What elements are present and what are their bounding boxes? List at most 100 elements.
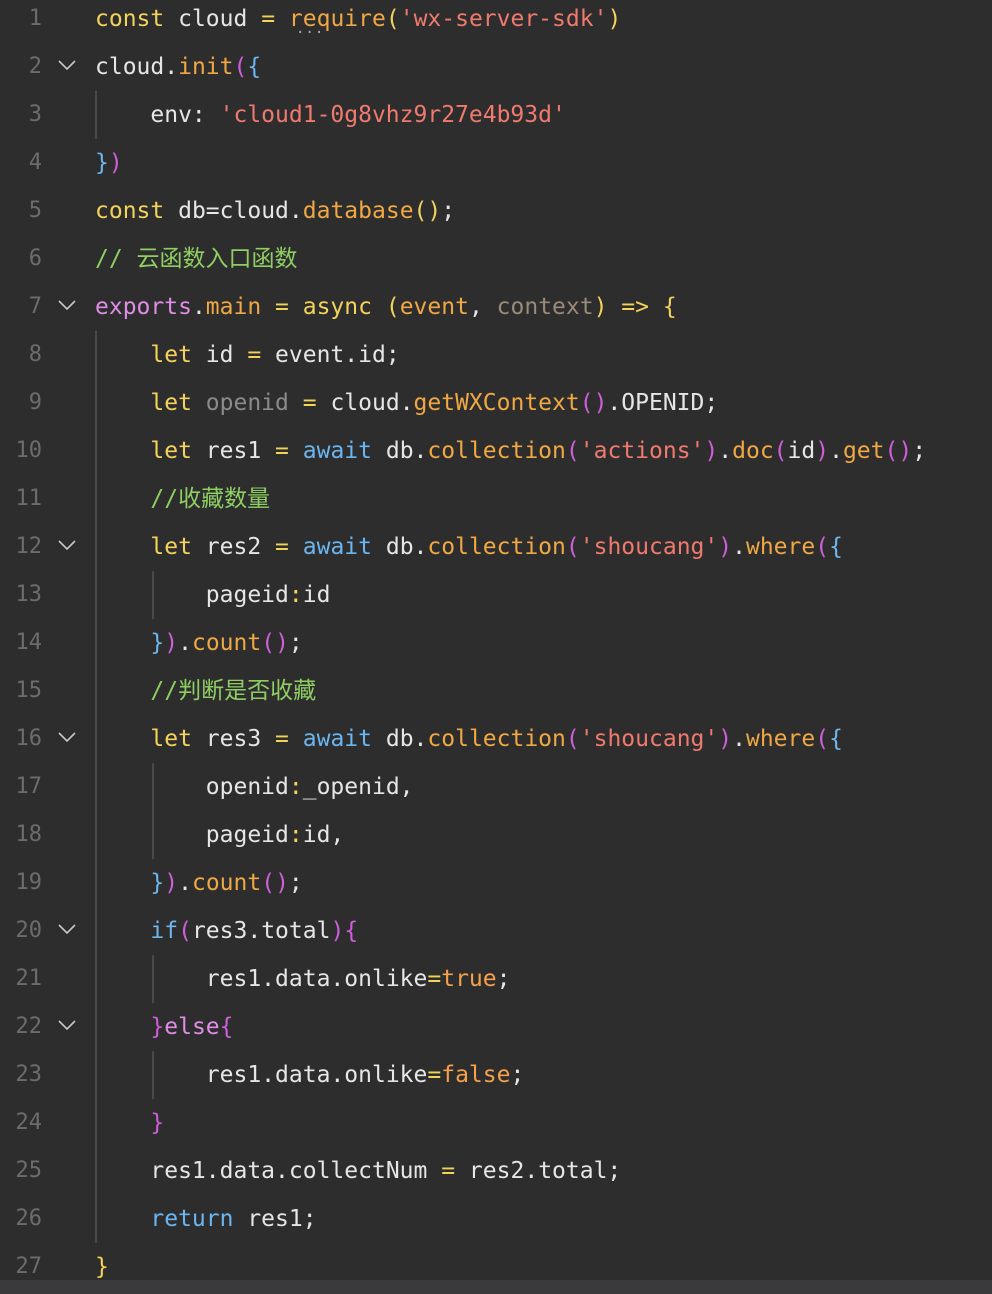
code-editor[interactable]: 1 const cloud = require('wx-server-sdk').… bbox=[0, 0, 992, 1280]
code-line[interactable]: 26 return res1; bbox=[0, 1195, 992, 1243]
code-token: = bbox=[427, 966, 442, 992]
code-line[interactable]: 25 res1.data.collectNum = res2.total; bbox=[0, 1147, 992, 1195]
code-token: res3 bbox=[191, 918, 248, 944]
code-token: shoucang bbox=[593, 534, 705, 560]
code-token: cloud bbox=[164, 6, 262, 32]
fold-chevron-down-icon[interactable] bbox=[56, 919, 78, 941]
code-token: db bbox=[372, 438, 414, 464]
code-text: cloud.init({ bbox=[95, 43, 261, 91]
code-line[interactable]: 6 // 云函数入口函数 bbox=[0, 235, 992, 283]
line-number: 20 bbox=[15, 918, 43, 943]
indent-guide bbox=[152, 955, 154, 1003]
fold-chevron-down-icon[interactable] bbox=[56, 727, 78, 749]
code-token: getWXContext bbox=[413, 390, 580, 416]
code-token: ) bbox=[718, 726, 733, 752]
code-line[interactable]: 15 //判断是否收藏 bbox=[0, 667, 992, 715]
code-token: data bbox=[275, 1062, 331, 1088]
code-line[interactable]: 2 cloud.init({ bbox=[0, 43, 992, 91]
code-text: let res2 = await db.collection('shoucang… bbox=[95, 523, 843, 571]
line-number: 18 bbox=[15, 822, 43, 847]
code-token: res1 bbox=[191, 438, 276, 464]
code-line[interactable]: 10 let res1 = await db.collection('actio… bbox=[0, 427, 992, 475]
code-text: let res1 = await db.collection('actions'… bbox=[95, 427, 926, 475]
code-token: . bbox=[344, 342, 359, 368]
code-token: return bbox=[150, 1206, 234, 1232]
code-token: ) bbox=[164, 870, 179, 896]
code-line[interactable]: 3 env: 'cloud1-0g8vhz9r27e4b93d' bbox=[0, 91, 992, 139]
code-line[interactable]: 13 pageid:id bbox=[0, 571, 992, 619]
code-text: if(res3.total){ bbox=[95, 907, 358, 955]
code-token: ' bbox=[579, 726, 594, 752]
code-token: let bbox=[150, 726, 192, 752]
code-text: let id = event.id; bbox=[95, 331, 399, 379]
line-number: 16 bbox=[15, 726, 43, 751]
code-token: = bbox=[261, 294, 303, 320]
code-text: // 云函数入口函数 bbox=[95, 235, 298, 283]
code-line[interactable]: 18 pageid:id, bbox=[0, 811, 992, 859]
code-token: . bbox=[247, 918, 262, 944]
code-token: { bbox=[662, 294, 677, 320]
indent-guide bbox=[152, 1051, 154, 1099]
code-token: res3 bbox=[191, 726, 276, 752]
code-line[interactable]: 21 res1.data.onlike=true; bbox=[0, 955, 992, 1003]
line-number: 19 bbox=[15, 870, 43, 895]
code-token: ; bbox=[912, 438, 927, 464]
line-number: 22 bbox=[15, 1014, 43, 1039]
code-token: get bbox=[842, 438, 885, 464]
code-line[interactable]: 17 openid:_openid, bbox=[0, 763, 992, 811]
code-line[interactable]: 4}) bbox=[0, 139, 992, 187]
code-line[interactable]: 23 res1.data.onlike=false; bbox=[0, 1051, 992, 1099]
fold-chevron-down-icon[interactable] bbox=[56, 55, 78, 77]
code-line[interactable]: 20 if(res3.total){ bbox=[0, 907, 992, 955]
code-line[interactable]: 8 let id = event.id; bbox=[0, 331, 992, 379]
line-number: 14 bbox=[15, 630, 43, 655]
code-token: else bbox=[164, 1014, 220, 1040]
code-line[interactable]: 11 //收藏数量 bbox=[0, 475, 992, 523]
code-token: { bbox=[247, 54, 262, 80]
code-line[interactable]: 22 }else{ bbox=[0, 1003, 992, 1051]
code-token: // 云函数入口函数 bbox=[95, 246, 298, 272]
code-token: } bbox=[95, 150, 109, 176]
code-token: main bbox=[205, 294, 262, 320]
horizontal-scrollbar[interactable] bbox=[0, 1280, 992, 1294]
code-token: = bbox=[441, 1158, 456, 1184]
code-token: //判断是否收藏 bbox=[95, 678, 317, 704]
code-token: openid bbox=[95, 774, 289, 800]
code-token: res1 bbox=[95, 1062, 262, 1088]
code-token: ( bbox=[385, 294, 400, 320]
line-number: 23 bbox=[15, 1062, 43, 1087]
code-line[interactable]: 7 exports.main = async (event, context) =… bbox=[0, 283, 992, 331]
fold-chevron-down-icon[interactable] bbox=[56, 535, 78, 557]
code-token: openid bbox=[205, 390, 289, 416]
code-token: . bbox=[191, 294, 206, 320]
code-token: . bbox=[413, 726, 428, 752]
code-token: let bbox=[150, 534, 192, 560]
code-token: database bbox=[302, 198, 414, 224]
code-line[interactable]: 14 }).count(); bbox=[0, 619, 992, 667]
code-line[interactable]: 12 let res2 = await db.collection('shouc… bbox=[0, 523, 992, 571]
fold-chevron-down-icon[interactable] bbox=[56, 295, 78, 317]
fold-chevron-down-icon[interactable] bbox=[56, 1015, 78, 1037]
code-line[interactable]: 5 const db=cloud.database(); bbox=[0, 187, 992, 235]
code-token: total bbox=[261, 918, 331, 944]
code-token: { bbox=[344, 918, 359, 944]
code-token: . bbox=[330, 1062, 345, 1088]
code-line[interactable]: 1 const cloud = require('wx-server-sdk').… bbox=[0, 0, 992, 43]
code-token: ( bbox=[565, 534, 580, 560]
code-line[interactable]: 24 } bbox=[0, 1099, 992, 1147]
code-line[interactable]: 16 let res3 = await db.collection('shouc… bbox=[0, 715, 992, 763]
code-token: ) bbox=[607, 6, 622, 32]
code-text: }else{ bbox=[95, 1003, 233, 1051]
code-token: event bbox=[261, 342, 345, 368]
code-line[interactable]: 19 }).count(); bbox=[0, 859, 992, 907]
code-line[interactable]: 9 let openid = cloud.getWXContext().OPEN… bbox=[0, 379, 992, 427]
code-token: env: bbox=[95, 102, 220, 128]
code-token: ' bbox=[219, 102, 234, 128]
